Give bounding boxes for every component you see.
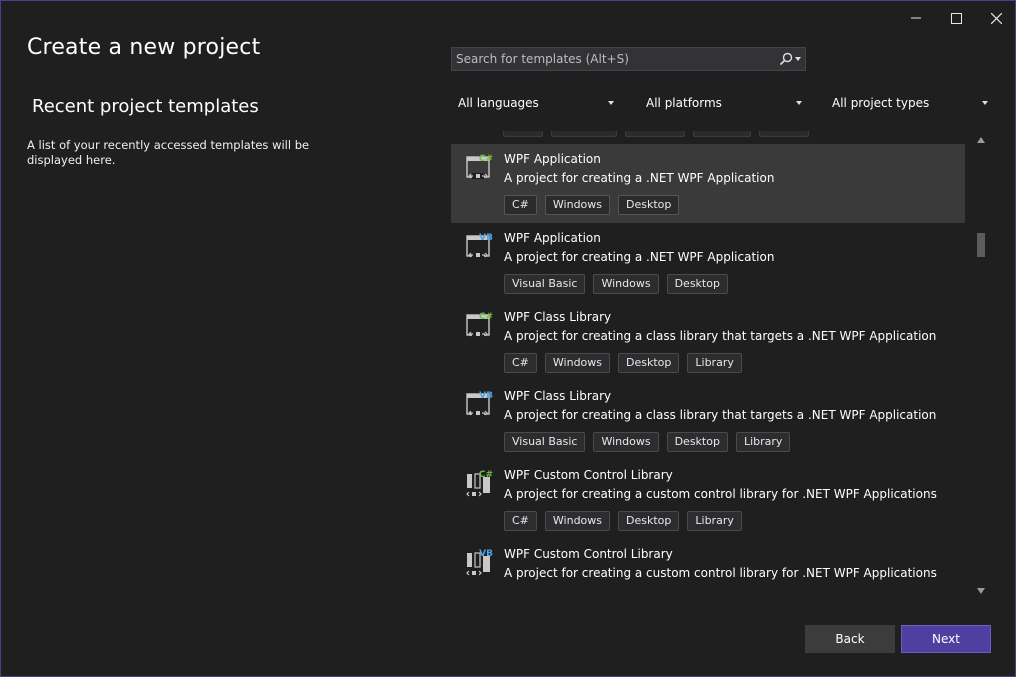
platform-filter-dropdown[interactable]: All platforms	[640, 92, 808, 114]
wpf-app-icon: VB	[466, 391, 493, 416]
template-tag: C#	[504, 195, 537, 215]
template-tag: Windows	[544, 195, 611, 215]
template-tag: Windows	[593, 274, 659, 294]
template-tags: C# Windows Desktop	[504, 195, 680, 215]
template-description: A project for creating a .NET WPF Applic…	[504, 171, 775, 185]
wpf-control-library-icon: VB	[466, 549, 493, 576]
template-tags: Visual Basic Windows Desktop	[504, 274, 728, 294]
svg-text:C#: C#	[479, 470, 493, 480]
chevron-down-icon	[795, 57, 801, 61]
recent-templates-heading: Recent project templates	[32, 96, 259, 117]
template-tag: Desktop	[618, 195, 680, 215]
template-tags: Visual Basic Windows Desktop Library	[504, 432, 791, 452]
template-tag: Visual Basic	[504, 432, 586, 452]
maximize-icon	[950, 12, 962, 24]
close-icon	[990, 12, 1002, 24]
scroll-thumb[interactable]	[977, 233, 985, 257]
template-title: WPF Custom Control Library	[504, 547, 673, 561]
minimize-button[interactable]	[900, 7, 932, 29]
svg-text:VB: VB	[479, 549, 493, 559]
scroll-down-arrow-icon[interactable]	[977, 588, 985, 594]
maximize-button[interactable]	[940, 7, 972, 29]
close-button[interactable]	[980, 7, 1012, 29]
template-description: A project for creating a custom control …	[504, 566, 937, 580]
project-type-filter-value: All project types	[832, 96, 930, 110]
minimize-icon	[911, 17, 921, 19]
wpf-control-library-icon: C#	[466, 470, 493, 497]
project-type-filter-dropdown[interactable]: All project types	[826, 92, 994, 114]
wpf-app-icon: C#	[466, 312, 493, 337]
template-title: WPF Class Library	[504, 389, 612, 403]
page-title: Create a new project	[27, 35, 261, 60]
template-title: WPF Custom Control Library	[504, 468, 673, 482]
svg-text:VB: VB	[479, 233, 493, 243]
template-description: A project for creating a class library t…	[504, 408, 937, 422]
template-icon-wrapper: VB	[464, 231, 496, 263]
template-icon-wrapper: C#	[464, 152, 496, 184]
template-title: WPF Class Library	[504, 310, 612, 324]
template-item[interactable]: C# WPF Class Library A project for creatin…	[451, 302, 965, 381]
template-tag: Library	[687, 511, 742, 531]
search-icon	[779, 52, 793, 66]
template-tag: Desktop	[618, 511, 680, 531]
template-tag: C#	[504, 353, 537, 373]
svg-text:VB: VB	[479, 391, 493, 401]
platform-filter-value: All platforms	[646, 96, 722, 110]
template-item[interactable]: C# WPF Application A project for creating …	[451, 144, 965, 223]
template-description: A project for creating a .NET WPF Applic…	[504, 250, 775, 264]
template-tag: Visual Basic	[504, 274, 586, 294]
back-button[interactable]: Back	[805, 625, 895, 653]
chevron-down-icon	[982, 101, 988, 105]
template-search-box[interactable]	[451, 47, 806, 71]
template-tag: Library	[735, 432, 791, 452]
chevron-down-icon	[608, 101, 614, 105]
template-description: A project for creating a custom control …	[504, 487, 937, 501]
template-tag: C#	[504, 511, 537, 531]
template-list-viewport: C# WPF Application A project for creating …	[451, 131, 971, 601]
template-icon-wrapper: VB	[464, 547, 496, 579]
wpf-app-icon: C#	[466, 154, 493, 179]
template-item[interactable]: VB WPF Custom Control Library A project fo…	[451, 539, 965, 601]
template-item[interactable]: C# WPF Custom Control Library A project fo…	[451, 460, 965, 539]
template-icon-wrapper: C#	[464, 468, 496, 500]
next-button[interactable]: Next	[901, 625, 991, 653]
template-tags: C# Windows Desktop Library	[504, 353, 742, 373]
list-scrollbar[interactable]	[973, 131, 989, 601]
svg-text:C#: C#	[479, 312, 493, 322]
template-list[interactable]: C# WPF Application A project for creating …	[451, 131, 991, 601]
language-filter-dropdown[interactable]: All languages	[452, 92, 620, 114]
template-description: A project for creating a class library t…	[504, 329, 937, 343]
template-tag: Desktop	[666, 432, 728, 452]
template-tag: Windows	[544, 511, 611, 531]
new-project-dialog: Create a new project Recent project temp…	[0, 0, 1016, 677]
template-icon-wrapper: C#	[464, 310, 496, 342]
template-icon-wrapper: VB	[464, 389, 496, 421]
chevron-down-icon	[796, 101, 802, 105]
language-filter-value: All languages	[458, 96, 539, 110]
template-item[interactable]: VB WPF Application A project for creating …	[451, 223, 965, 302]
template-item[interactable]: VB WPF Class Library A project for creatin…	[451, 381, 965, 460]
svg-text:C#: C#	[479, 154, 493, 164]
template-tag: Desktop	[618, 353, 680, 373]
template-title: WPF Application	[504, 152, 601, 166]
partial-row-tags	[503, 131, 809, 137]
template-tag: Library	[687, 353, 742, 373]
recent-templates-description: A list of your recently accessed templat…	[27, 138, 310, 167]
template-tag: Windows	[593, 432, 659, 452]
scroll-up-arrow-icon[interactable]	[977, 137, 985, 143]
search-input[interactable]	[452, 47, 775, 71]
search-button[interactable]	[775, 48, 805, 70]
template-tag: Desktop	[666, 274, 728, 294]
template-title: WPF Application	[504, 231, 601, 245]
wpf-app-icon: VB	[466, 233, 493, 258]
template-tag: Windows	[544, 353, 611, 373]
template-tags: C# Windows Desktop Library	[504, 511, 742, 531]
